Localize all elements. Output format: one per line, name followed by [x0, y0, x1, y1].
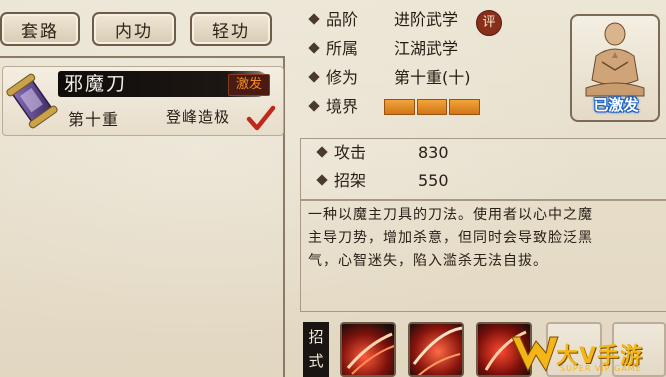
activated-badge: 激发 [228, 74, 270, 96]
game-skill-window: 套路 内功 轻功 邪魔刀 激发 第十重 登峰造极 品阶 进阶武学 评 所属 江湖武学… [0, 0, 666, 377]
scroll-icon [6, 73, 58, 129]
owner-value: 江湖武学 [394, 39, 459, 58]
description-line: 气，心智迷失，陷入滥杀无法自拔。 [308, 253, 548, 269]
red-slash-icon [410, 324, 462, 375]
cultivation-value: 第十重(十) [394, 68, 471, 87]
diamond-bullet-icon [316, 145, 328, 158]
tab-inner-skill[interactable]: 内功 [92, 12, 176, 46]
realm-row: 境界 [308, 95, 374, 119]
stat-label: 攻击 [334, 143, 367, 162]
rank-row: 品阶 进阶武学 [308, 8, 459, 32]
skill-level: 第十重 [68, 110, 120, 129]
red-slash-icon [342, 324, 394, 375]
realm-progress-bar [384, 99, 481, 115]
moves-label: 招式 [303, 322, 329, 377]
diamond-bullet-icon [308, 12, 320, 25]
diamond-bullet-icon [308, 41, 320, 54]
tab-routine[interactable]: 套路 [0, 12, 80, 46]
stat-parry: 招架 550 [316, 170, 449, 192]
realm-segment [416, 99, 448, 115]
description-line: 主导刀势，增加杀意，但同时会导致脸泛黑 [308, 230, 593, 246]
rank-value: 进阶武学 [394, 10, 459, 29]
move-slot[interactable] [408, 322, 464, 377]
rank-label: 品阶 [326, 10, 359, 29]
tab-light-skill[interactable]: 轻功 [190, 12, 272, 46]
diamond-bullet-icon [308, 99, 320, 112]
move-slot[interactable] [340, 322, 396, 377]
diamond-bullet-icon [308, 70, 320, 83]
cultivation-row: 修为 第十重(十) [308, 66, 471, 90]
owner-row: 所属 江湖武学 [308, 37, 459, 61]
skill-name: 邪魔刀 [64, 73, 128, 95]
realm-segment [384, 99, 415, 115]
moves-label-text: 招式 [308, 328, 324, 370]
check-icon [246, 105, 276, 131]
owner-label: 所属 [326, 39, 359, 58]
skill-realm: 登峰造极 [166, 108, 231, 126]
description-line: 一种以魔主刀具的刀法。使用者以心中之魔 [308, 207, 593, 223]
meditating-monk-icon [585, 22, 645, 97]
stat-label: 招架 [334, 171, 367, 190]
description-text: 一种以魔主刀具的刀法。使用者以心中之魔 主导刀势，增加杀意，但同时会导致脸泛黑 … [308, 204, 666, 276]
diamond-bullet-icon [316, 173, 328, 186]
rank-rating-badge: 评 [476, 10, 502, 36]
watermark-subtext: SUPER VIP GAME [560, 364, 642, 373]
realm-label: 境界 [326, 97, 359, 116]
stat-value: 550 [418, 171, 449, 190]
cultivation-label: 修为 [326, 68, 359, 87]
portrait-label: 已激发 [593, 96, 639, 114]
stat-value: 830 [418, 143, 449, 162]
realm-segment [449, 99, 481, 115]
stat-attack: 攻击 830 [316, 142, 449, 164]
